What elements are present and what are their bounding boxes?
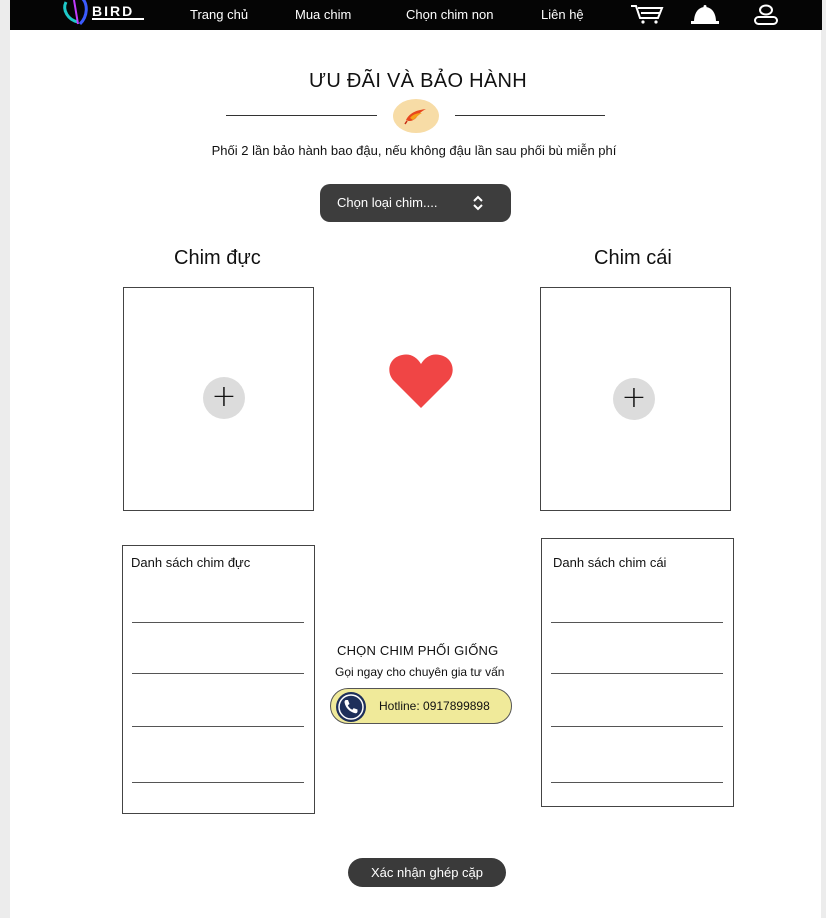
nav-link-contact[interactable]: Liên hệ	[541, 7, 584, 22]
female-column-title: Chim cái	[594, 247, 672, 269]
female-list: Danh sách chim cái	[541, 538, 734, 807]
logo-bird-icon	[63, 0, 88, 26]
confirm-pairing-label: Xác nhận ghép cặp	[370, 865, 484, 880]
logo-text: BIRD	[92, 3, 135, 19]
male-list-title: Danh sách chim đực	[131, 555, 251, 570]
bird-badge	[393, 99, 439, 133]
phone-icon	[335, 691, 367, 728]
cart-icon[interactable]	[630, 4, 664, 29]
female-photo-box: +	[540, 287, 731, 511]
heart-icon	[388, 352, 454, 415]
user-icon[interactable]	[752, 4, 780, 31]
divider-left	[226, 115, 377, 116]
nav-link-buy-birds[interactable]: Mua chim	[295, 7, 351, 22]
male-photo-box: +	[123, 287, 314, 511]
page-title: ƯU ĐÃI VÀ BẢO HÀNH	[308, 70, 528, 92]
nav-link-home[interactable]: Trang chủ	[190, 7, 248, 22]
plus-icon: +	[211, 379, 237, 414]
chevron-up-down-icon	[471, 193, 485, 218]
logo-underline	[92, 18, 144, 20]
confirm-pairing-button[interactable]: Xác nhận ghép cặp	[348, 858, 506, 887]
list-item[interactable]	[551, 782, 723, 783]
page-subtitle: Phối 2 lần bảo hành bao đậu, nếu không đ…	[211, 143, 617, 158]
nav-link-choose-chicks[interactable]: Chọn chim non	[406, 7, 493, 22]
list-item[interactable]	[551, 673, 723, 674]
hotline-button[interactable]: Hotline: 0917899898	[330, 688, 512, 724]
top-nav: BIRD Trang chủ Mua chim Chọn chim non Li…	[10, 0, 822, 30]
list-item[interactable]	[551, 622, 723, 623]
logo[interactable]: BIRD	[56, 0, 166, 30]
bird-icon	[404, 109, 426, 125]
hotline-text: Hotline: 0917899898	[379, 699, 490, 713]
plus-icon: +	[621, 380, 647, 415]
cta-title: CHỌN CHIM PHỐI GIỐNG	[337, 643, 499, 658]
add-female-button[interactable]: +	[613, 378, 655, 420]
add-male-button[interactable]: +	[203, 377, 245, 419]
list-item[interactable]	[551, 726, 723, 727]
divider-right	[455, 115, 605, 116]
bird-type-select[interactable]: Chọn loại chim....	[320, 184, 511, 222]
bell-icon[interactable]	[690, 4, 720, 31]
list-item[interactable]	[132, 622, 304, 623]
list-item[interactable]	[132, 782, 304, 783]
list-item[interactable]	[132, 673, 304, 674]
list-item[interactable]	[132, 726, 304, 727]
cta-subtitle: Gọi ngay cho chuyên gia tư vấn	[335, 665, 505, 679]
bird-type-select-value: Chọn loại chim....	[337, 195, 438, 210]
female-list-title: Danh sách chim cái	[553, 555, 667, 570]
male-list: Danh sách chim đực	[122, 545, 315, 814]
male-column-title: Chim đực	[174, 247, 261, 269]
